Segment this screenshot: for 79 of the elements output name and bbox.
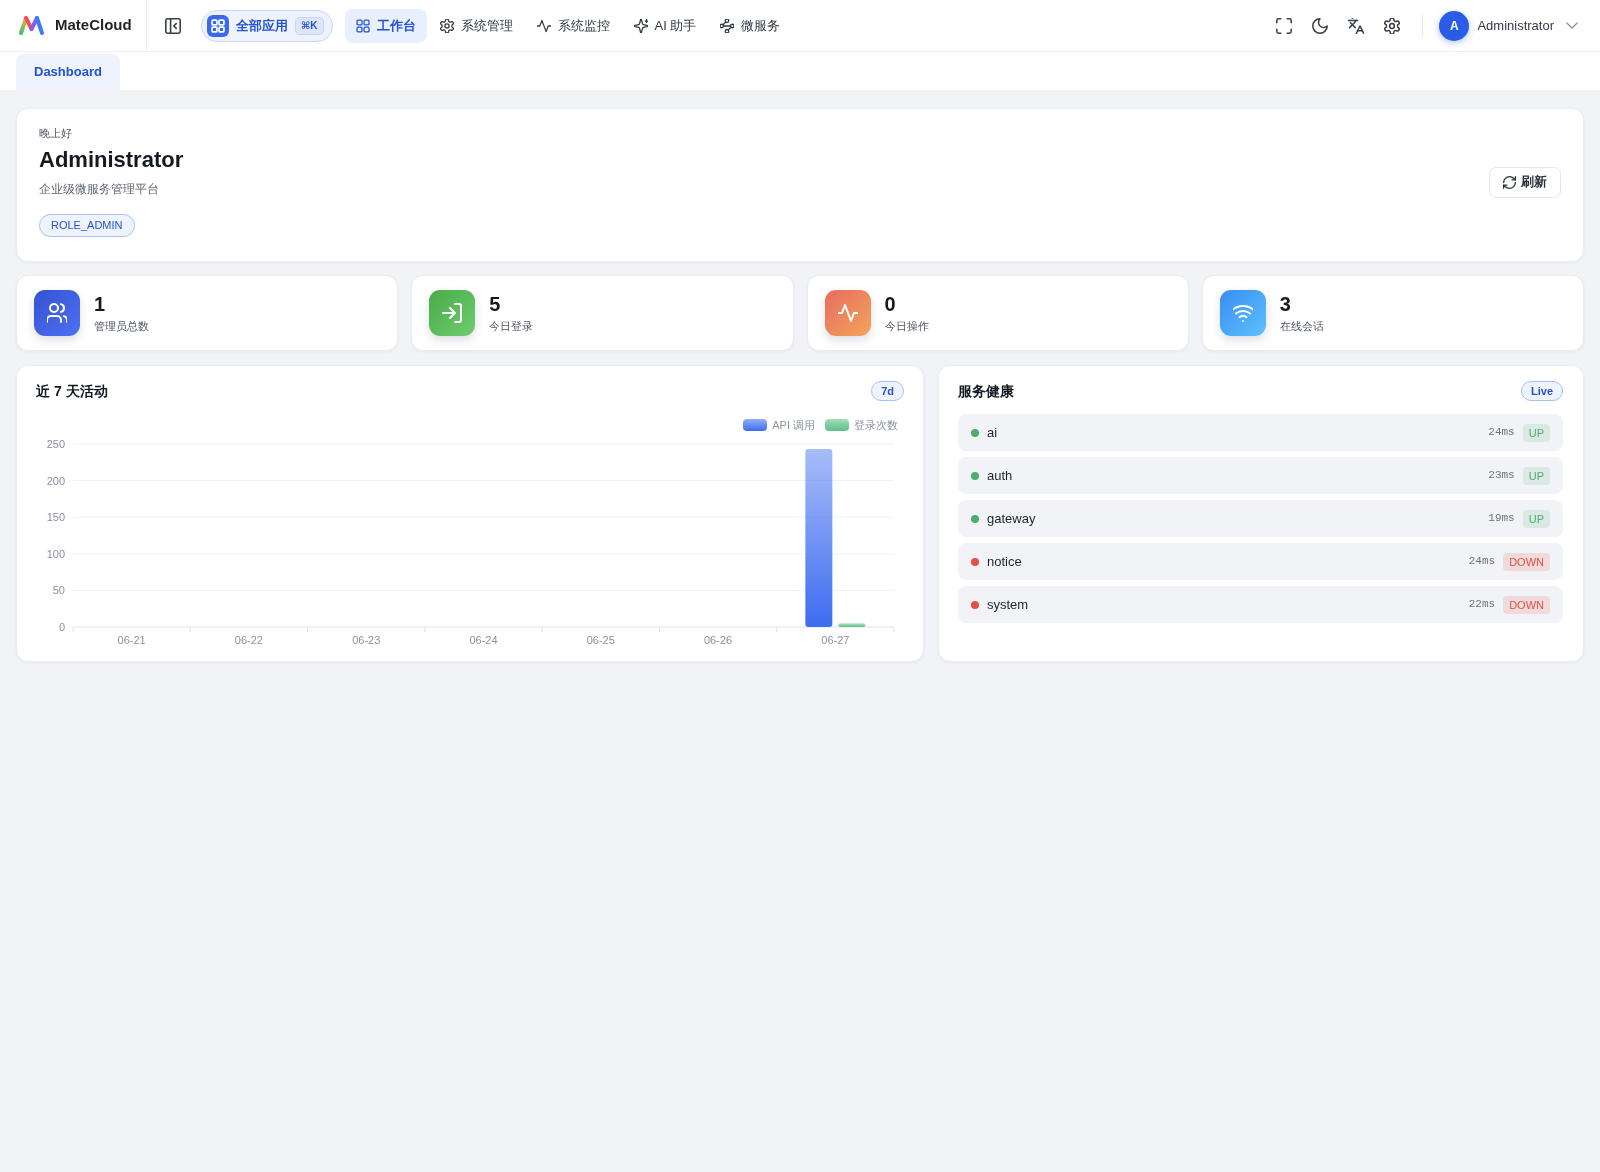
pulse-icon	[824, 290, 871, 336]
axis-tick-label: 06-26	[704, 634, 733, 646]
role-badge: ROLE_ADMIN	[39, 214, 135, 237]
apps-grid-icon	[207, 14, 229, 37]
latency-text: 24ms	[1468, 554, 1496, 570]
live-badge: Live	[1521, 381, 1563, 401]
stat-value: 1	[94, 292, 107, 316]
fullscreen-icon[interactable]	[1276, 17, 1293, 34]
stat-value: 5	[489, 292, 502, 316]
brand-name: MateCloud	[55, 15, 132, 36]
shortcut-key: ⌘K	[295, 16, 324, 35]
user-name-heading: Administrator	[39, 146, 185, 174]
tab[interactable]: Dashboard	[16, 54, 120, 90]
axis-tick-label: 0	[58, 621, 65, 633]
latency-text: 23ms	[1488, 468, 1515, 484]
axis-tick-label: 06-21	[117, 634, 146, 646]
stat-value: 3	[1279, 292, 1292, 316]
stat-label: 在线会话	[1279, 319, 1324, 334]
nav-item[interactable]: 系统管理	[428, 8, 524, 43]
settings-icon[interactable]	[439, 18, 454, 33]
axis-tick-label: 06-24	[469, 634, 498, 646]
users-icon	[34, 290, 80, 336]
latency-text: 19ms	[1488, 511, 1515, 527]
sidebar-toggle-icon[interactable]	[165, 17, 181, 34]
axis-tick-label: 06-25	[586, 634, 615, 646]
legend-swatch-icon	[825, 419, 849, 431]
grid-icon[interactable]	[355, 18, 370, 33]
service-name: gateway	[987, 509, 1036, 528]
status-badge: UP	[1522, 466, 1550, 485]
axis-tick-label: 50	[52, 584, 65, 597]
nav-item[interactable]: 工作台	[344, 8, 427, 43]
user-avatar: A	[1439, 10, 1470, 41]
nav-item[interactable]: 微服务	[709, 8, 792, 43]
settings-icon[interactable]	[1384, 17, 1401, 34]
axis-tick-label: 100	[46, 547, 65, 560]
refresh-button[interactable]: 刷新	[1489, 166, 1561, 198]
chart-bar	[838, 623, 866, 627]
translate-icon[interactable]	[1348, 17, 1365, 34]
nav-item[interactable]: 系统监控	[525, 8, 621, 43]
card-title: 服务健康	[958, 382, 1014, 401]
refresh-icon[interactable]	[1503, 175, 1516, 189]
card-title: 近 7 天活动	[36, 382, 108, 401]
axis-tick-label: 06-22	[234, 634, 263, 646]
status-badge: UP	[1522, 423, 1550, 442]
user-menu-button[interactable]: A Administrator	[1439, 10, 1578, 41]
wifi-icon	[1219, 290, 1266, 336]
service-name: notice	[987, 552, 1022, 571]
stat-label: 今日操作	[884, 319, 929, 334]
axis-tick-label: 06-27	[821, 634, 850, 646]
sparkle-icon[interactable]	[633, 18, 648, 33]
status-badge: UP	[1522, 509, 1550, 528]
range-badge: 7d	[871, 381, 904, 401]
axis-tick-label: 150	[46, 511, 65, 524]
login-icon	[429, 290, 476, 336]
legend-label: 登录次数	[854, 417, 898, 433]
greeting-text: 晚上好	[39, 126, 73, 141]
logo-icon	[18, 15, 45, 36]
latency-text: 24ms	[1488, 425, 1515, 441]
status-badge: DOWN	[1503, 595, 1550, 614]
nodes-icon[interactable]	[720, 18, 735, 33]
legend-label: API 调用	[772, 417, 815, 433]
nav-item[interactable]: AI 助手	[622, 8, 708, 43]
service-name: auth	[987, 466, 1013, 485]
axis-tick-label: 06-23	[352, 634, 381, 646]
moon-icon[interactable]	[1312, 17, 1329, 34]
stat-label: 今日登录	[489, 319, 534, 334]
status-badge: DOWN	[1503, 552, 1550, 571]
service-name: system	[987, 595, 1029, 614]
subtitle-text: 企业级微服务管理平台	[39, 181, 160, 197]
chevron-down-icon[interactable]	[1566, 22, 1578, 29]
latency-text: 22ms	[1468, 597, 1496, 613]
service-name: ai	[987, 423, 998, 442]
all-apps-button[interactable]: 全部应用 ⌘K	[201, 9, 333, 42]
axis-tick-label: 200	[46, 474, 65, 487]
legend-swatch-icon	[743, 419, 768, 431]
stat-label: 管理员总数	[94, 319, 149, 334]
stat-value: 0	[884, 292, 897, 316]
pulse-icon[interactable]	[536, 18, 551, 33]
axis-tick-label: 250	[46, 438, 65, 450]
